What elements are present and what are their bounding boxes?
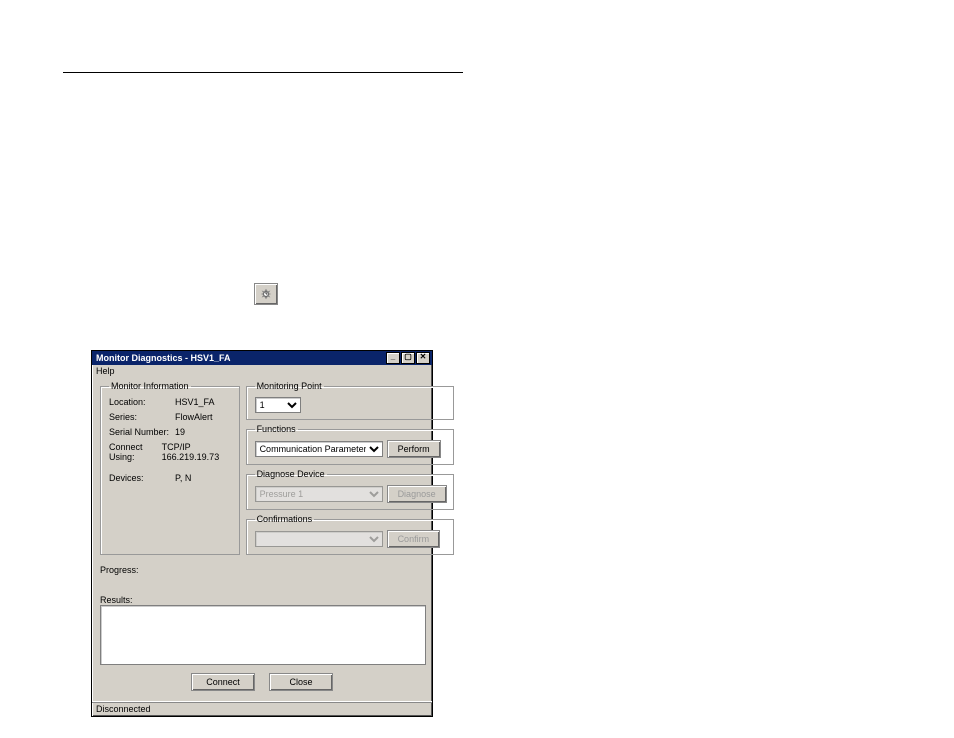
diagnose-device-legend: Diagnose Device xyxy=(255,469,327,479)
confirmations-legend: Confirmations xyxy=(255,514,315,524)
maximize-button[interactable]: ▢ xyxy=(401,352,415,364)
info-value: HSV1_FA xyxy=(175,397,215,407)
monitoring-point-group: Monitoring Point 1 xyxy=(246,381,454,420)
statusbar: Disconnected xyxy=(92,701,432,716)
status-text: Disconnected xyxy=(96,704,151,714)
monitor-information-group: Monitor Information Location:HSV1_FA Ser… xyxy=(100,381,240,555)
confirmations-group: Confirmations Confirm xyxy=(246,514,454,555)
info-label: Location: xyxy=(109,397,175,407)
diagnose-button: Diagnose xyxy=(387,485,447,503)
info-label: Serial Number: xyxy=(109,427,175,437)
connect-button[interactable]: Connect xyxy=(191,673,255,691)
close-button[interactable]: Close xyxy=(269,673,333,691)
confirm-button: Confirm xyxy=(387,530,441,548)
results-box xyxy=(100,605,426,665)
diagnostics-icon[interactable] xyxy=(254,283,278,305)
confirmations-select xyxy=(255,531,383,547)
progress-bar xyxy=(100,575,424,589)
diagnose-device-select: Pressure 1 xyxy=(255,486,383,502)
results-label: Results: xyxy=(100,595,424,605)
info-value: P, N xyxy=(175,473,191,483)
progress-label: Progress: xyxy=(100,565,424,575)
info-label: Series: xyxy=(109,412,175,422)
functions-select[interactable]: Communication Parameters xyxy=(255,441,383,457)
titlebar[interactable]: Monitor Diagnostics - HSV1_FA _ ▢ ✕ xyxy=(92,351,432,365)
info-label: Devices: xyxy=(109,473,175,483)
monitoring-point-legend: Monitoring Point xyxy=(255,381,324,391)
perform-button[interactable]: Perform xyxy=(387,440,441,458)
functions-legend: Functions xyxy=(255,424,298,434)
close-window-button[interactable]: ✕ xyxy=(416,352,430,364)
minimize-button[interactable]: _ xyxy=(386,352,400,364)
window-title: Monitor Diagnostics - HSV1_FA xyxy=(96,353,231,363)
info-value: TCP/IP 166.219.19.73 xyxy=(162,442,233,462)
monitor-diagnostics-window: Monitor Diagnostics - HSV1_FA _ ▢ ✕ Help… xyxy=(91,350,433,717)
monitor-information-legend: Monitor Information xyxy=(109,381,191,391)
monitoring-point-select[interactable]: 1 xyxy=(255,397,301,413)
diagnose-device-group: Diagnose Device Pressure 1 Diagnose xyxy=(246,469,454,510)
info-value: FlowAlert xyxy=(175,412,213,422)
menu-help[interactable]: Help xyxy=(96,366,115,376)
functions-group: Functions Communication Parameters Perfo… xyxy=(246,424,454,465)
menubar: Help xyxy=(92,365,432,377)
page-divider xyxy=(63,72,463,73)
info-label: Connect Using: xyxy=(109,442,162,462)
info-value: 19 xyxy=(175,427,185,437)
